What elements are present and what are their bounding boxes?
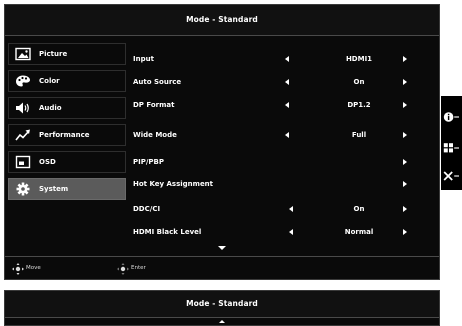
setting-label: Hot Key Assignment xyxy=(133,180,214,188)
osd-footer: Move Enter xyxy=(5,256,439,280)
sidebar-item-performance[interactable]: Performance xyxy=(8,124,126,146)
sidebar-item-label: Performance xyxy=(39,131,90,139)
sidebar-item-osd[interactable]: OSD xyxy=(8,151,126,173)
arrow-right-icon[interactable] xyxy=(403,132,407,138)
setting-row-ddc-ci[interactable]: DDC/CI On xyxy=(129,198,435,220)
setting-row-hdmi-black-level[interactable]: HDMI Black Level Normal xyxy=(129,221,435,243)
setting-row-auto-source[interactable]: Auto Source On xyxy=(129,71,435,93)
setting-label: PIP/PBP xyxy=(133,158,165,166)
sidebar-item-label: OSD xyxy=(39,158,56,166)
arrow-right-icon[interactable] xyxy=(403,79,407,85)
palette-icon xyxy=(16,75,30,87)
setting-value: DP1.2 xyxy=(347,101,371,109)
arrow-left-icon[interactable] xyxy=(285,132,289,138)
setting-value: On xyxy=(353,78,365,86)
sidebar-item-audio[interactable]: Audio xyxy=(8,97,126,119)
arrow-right-icon[interactable] xyxy=(403,56,407,62)
arrow-right-icon[interactable] xyxy=(403,181,407,187)
arrow-left-icon[interactable] xyxy=(285,79,289,85)
sidebar-item-color[interactable]: Color xyxy=(8,70,126,92)
osd-menu-secondary: Mode - Standard xyxy=(4,290,440,326)
info-icon[interactable] xyxy=(443,110,459,124)
setting-value: On xyxy=(353,205,365,213)
close-icon[interactable] xyxy=(443,169,459,183)
arrow-right-icon[interactable] xyxy=(403,229,407,235)
sidebar-item-label: Audio xyxy=(39,104,62,112)
arrow-left-icon[interactable] xyxy=(289,206,293,212)
footer-enter-label: Enter xyxy=(131,265,146,271)
setting-value: Full xyxy=(351,131,367,139)
setting-label: Wide Mode xyxy=(133,131,177,139)
arrow-right-icon[interactable] xyxy=(403,159,407,165)
menu-grid-icon[interactable] xyxy=(443,141,459,155)
osd-menu: Mode - Standard Picture Color Audio Perf… xyxy=(4,4,440,280)
setting-row-input[interactable]: Input HDMI1 xyxy=(129,48,435,70)
sidebar-item-label: Color xyxy=(39,77,60,85)
gear-icon xyxy=(16,182,30,196)
osd-sidebar: Picture Color Audio Performance OSD Syst… xyxy=(8,43,126,205)
setting-label: Input xyxy=(133,55,154,63)
setting-row-hot-key-assignment[interactable]: Hot Key Assignment xyxy=(129,173,435,195)
sidebar-item-picture[interactable]: Picture xyxy=(8,43,126,65)
arrow-left-icon[interactable] xyxy=(289,229,293,235)
performance-graph-icon xyxy=(15,129,30,141)
setting-row-pip-pbp[interactable]: PIP/PBP xyxy=(129,151,435,173)
sidebar-item-label: Picture xyxy=(39,50,68,58)
footer-move-label: Move xyxy=(26,265,41,271)
osd-title: Mode - Standard xyxy=(5,5,439,36)
setting-row-dp-format[interactable]: DP Format DP1.2 xyxy=(129,94,435,116)
hotkey-guide-panel xyxy=(441,96,462,190)
picture-icon xyxy=(15,47,31,61)
scroll-down-icon[interactable] xyxy=(218,246,226,250)
joystick-enter-icon xyxy=(117,263,129,275)
sidebar-item-system[interactable]: System xyxy=(8,178,126,200)
setting-label: Auto Source xyxy=(133,78,182,86)
sidebar-item-label: System xyxy=(39,185,69,193)
setting-row-wide-mode[interactable]: Wide Mode Full xyxy=(129,124,435,146)
setting-label: DDC/CI xyxy=(133,205,161,213)
osd-window-icon xyxy=(15,155,31,169)
arrow-right-icon[interactable] xyxy=(403,206,407,212)
arrow-left-icon[interactable] xyxy=(285,56,289,62)
setting-value: Normal xyxy=(344,228,374,236)
arrow-left-icon[interactable] xyxy=(285,102,289,108)
speaker-icon xyxy=(16,102,29,114)
setting-label: HDMI Black Level xyxy=(133,228,202,236)
setting-label: DP Format xyxy=(133,101,175,109)
joystick-move-icon xyxy=(12,263,24,275)
arrow-right-icon[interactable] xyxy=(403,102,407,108)
osd-title-secondary: Mode - Standard xyxy=(5,291,439,318)
scroll-up-icon[interactable] xyxy=(219,320,225,323)
setting-value: HDMI1 xyxy=(345,55,373,63)
